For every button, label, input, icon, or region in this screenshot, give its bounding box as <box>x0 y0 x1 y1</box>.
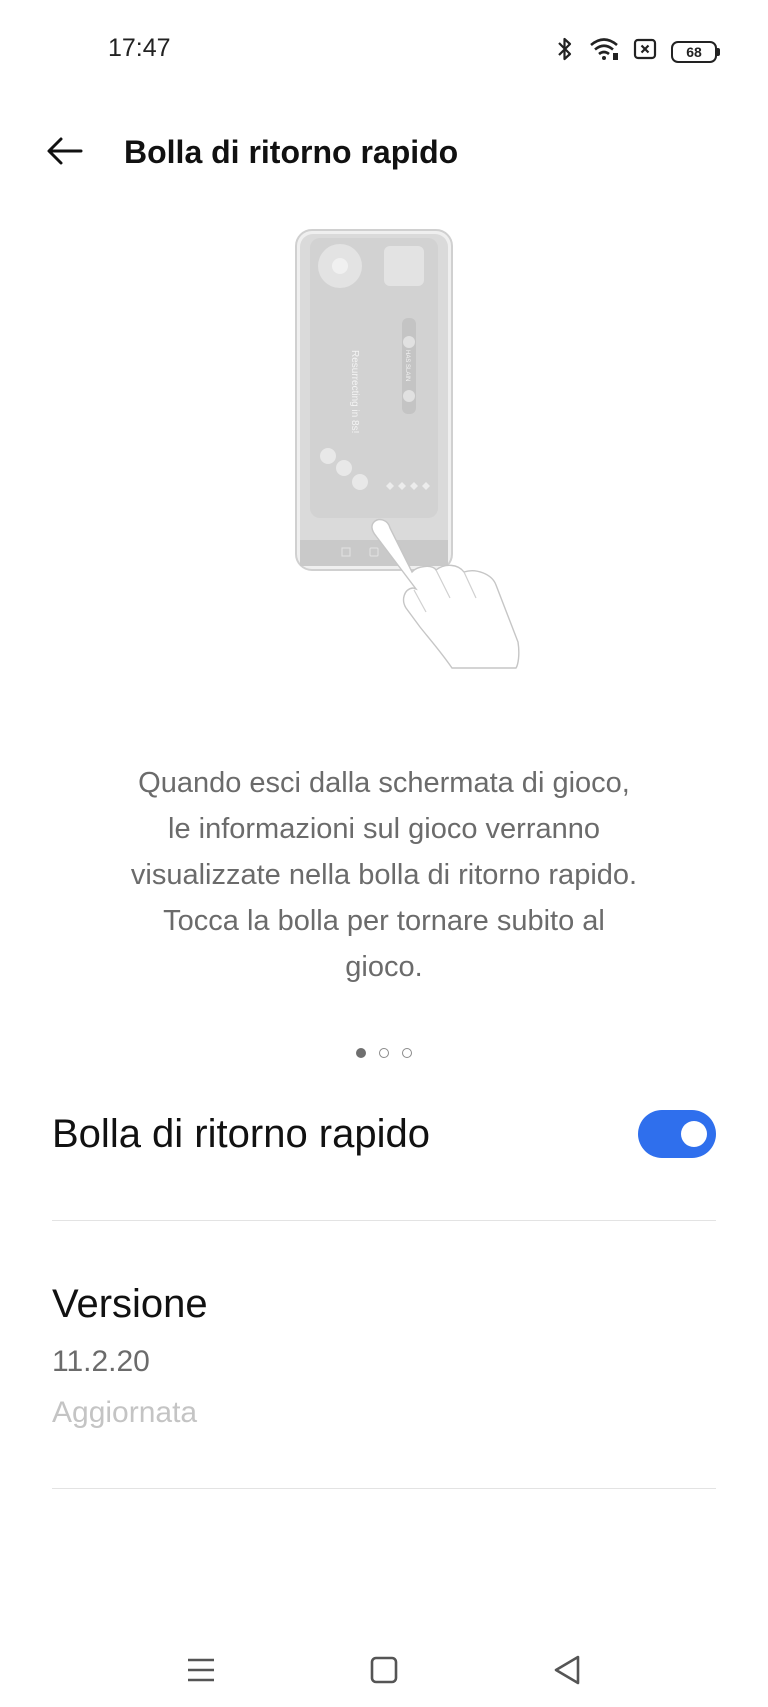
system-nav-bar <box>0 1620 768 1700</box>
page-indicator <box>0 1048 768 1058</box>
page-dot[interactable] <box>379 1048 389 1058</box>
back-button[interactable] <box>40 126 90 176</box>
back-triangle-icon <box>542 1655 592 1696</box>
wifi-icon <box>589 37 619 66</box>
description-line: Tocca la bolla per tornare subito al <box>163 905 605 937</box>
battery-icon: 68 <box>671 40 720 63</box>
description-line: gioco. <box>345 951 423 983</box>
description-line: visualizzate nella bolla di ritorno rapi… <box>130 859 638 891</box>
bluetooth-icon <box>555 36 575 67</box>
description-line: Quando esci dalla schermata di gioco, <box>138 767 630 799</box>
menu-icon <box>176 1658 226 1696</box>
back-nav-button[interactable] <box>542 1648 592 1692</box>
status-time: 17:47 <box>108 34 171 62</box>
version-status: Aggiornata <box>52 1396 198 1429</box>
description-line: le informazioni sul gioco verranno <box>168 813 600 845</box>
home-icon <box>359 1656 409 1696</box>
sim-off-icon <box>633 37 657 66</box>
recent-apps-button[interactable] <box>176 1648 226 1692</box>
quick-return-bubble-illustration: Resurrecting in 8s! HAS SLAIN <box>280 220 580 740</box>
bubble-toggle-switch[interactable] <box>638 1110 716 1158</box>
illustration-rotated-text: Resurrecting in 8s! <box>349 350 360 433</box>
page-title: Bolla di ritorno rapido <box>124 134 459 170</box>
status-icons: 68 <box>555 36 720 67</box>
divider <box>52 1488 716 1489</box>
page-dot[interactable] <box>402 1048 412 1058</box>
illustration-side-text: HAS SLAIN <box>404 350 410 381</box>
bubble-toggle-label: Bolla di ritorno rapido <box>52 1112 430 1156</box>
version-number: 11.2.20 <box>52 1345 150 1378</box>
bubble-toggle-row[interactable]: Bolla di ritorno rapido <box>52 1100 716 1172</box>
app-bar: Bolla di ritorno rapido <box>0 118 768 188</box>
home-button[interactable] <box>359 1648 409 1692</box>
page-dot-active[interactable] <box>356 1048 366 1058</box>
version-title: Versione <box>52 1282 208 1326</box>
arrow-left-icon <box>40 137 90 180</box>
divider <box>52 1220 716 1221</box>
status-bar: 17:47 68 <box>0 0 768 100</box>
toggle-knob <box>681 1121 707 1147</box>
feature-description: Quando esci dalla schermata di gioco, le… <box>80 760 688 990</box>
battery-level: 68 <box>671 40 717 63</box>
